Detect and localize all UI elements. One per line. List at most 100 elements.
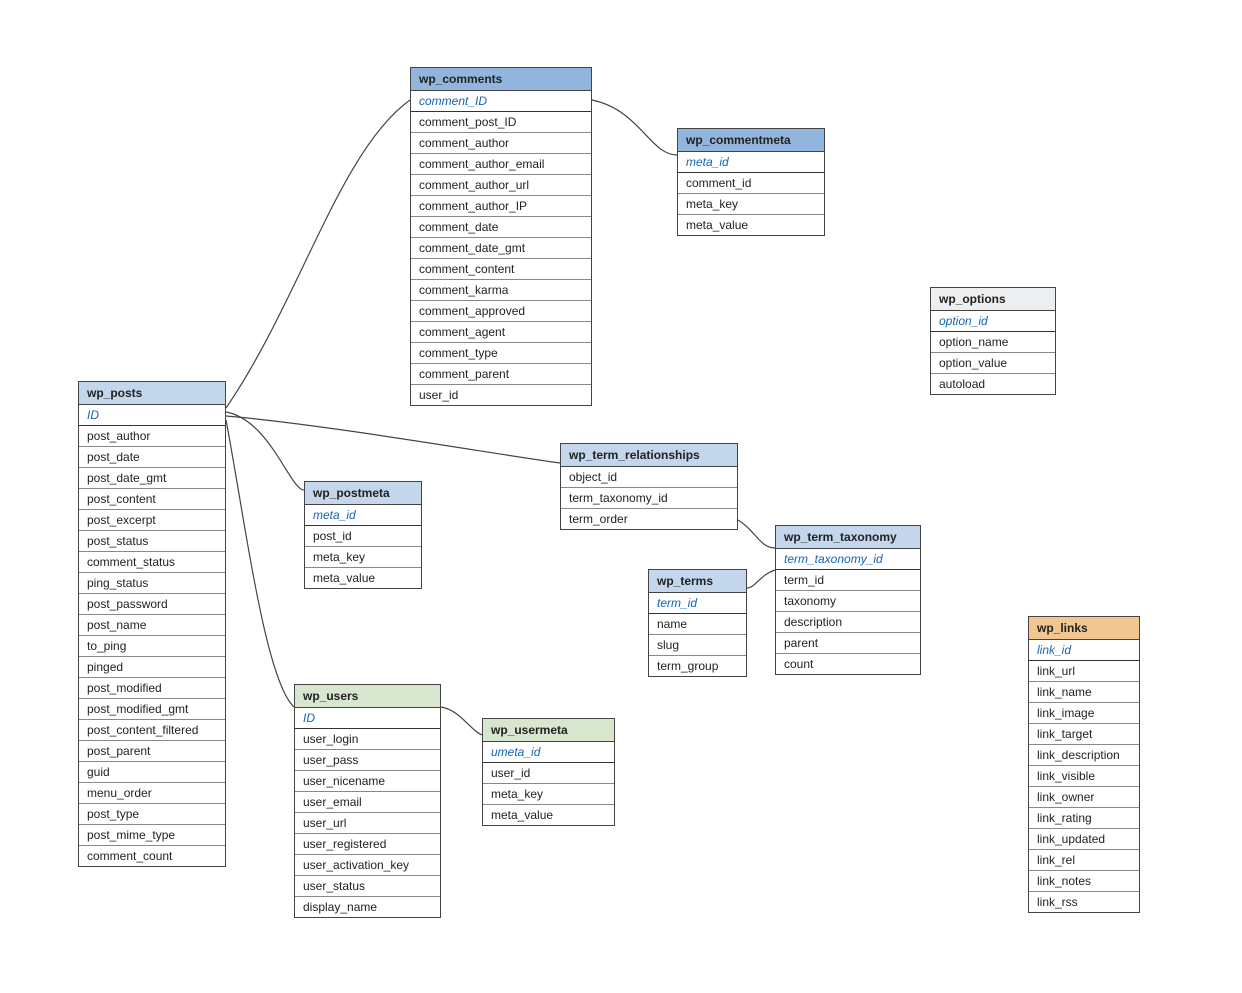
table-header: wp_options (931, 288, 1055, 311)
table-field: post_password (79, 594, 225, 615)
table-field: user_email (295, 792, 440, 813)
table-field: meta_key (305, 547, 421, 568)
table-field: comment_author_email (411, 154, 591, 175)
table-field: user_id (483, 763, 614, 784)
table-field: link_target (1029, 724, 1139, 745)
table-wp_term_relationships: wp_term_relationshipsobject_idterm_taxon… (560, 443, 738, 530)
table-field: comment_date (411, 217, 591, 238)
table-wp_links: wp_linkslink_idlink_urllink_namelink_ima… (1028, 616, 1140, 913)
table-wp_options: wp_optionsoption_idoption_nameoption_val… (930, 287, 1056, 395)
table-field: ping_status (79, 573, 225, 594)
table-field: comment_approved (411, 301, 591, 322)
table-field: count (776, 654, 920, 674)
table-field: name (649, 614, 746, 635)
table-header: wp_usermeta (483, 719, 614, 742)
table-field: post_modified_gmt (79, 699, 225, 720)
table-field: post_id (305, 526, 421, 547)
table-field: term_taxonomy_id (561, 488, 737, 509)
table-field: term_id (776, 570, 920, 591)
table-header: wp_term_relationships (561, 444, 737, 467)
table-field: slug (649, 635, 746, 656)
table-field: comment_date_gmt (411, 238, 591, 259)
table-field: comment_count (79, 846, 225, 866)
table-field: user_login (295, 729, 440, 750)
table-field: term_order (561, 509, 737, 529)
table-field: meta_id (678, 152, 824, 173)
table-field: user_activation_key (295, 855, 440, 876)
table-field: menu_order (79, 783, 225, 804)
table-wp_usermeta: wp_usermetaumeta_iduser_idmeta_keymeta_v… (482, 718, 615, 826)
table-field: meta_key (678, 194, 824, 215)
table-wp_postmeta: wp_postmetameta_idpost_idmeta_keymeta_va… (304, 481, 422, 589)
table-field: meta_key (483, 784, 614, 805)
table-field: parent (776, 633, 920, 654)
table-field: link_notes (1029, 871, 1139, 892)
table-wp_users: wp_usersIDuser_loginuser_passuser_nicena… (294, 684, 441, 918)
table-field: term_id (649, 593, 746, 614)
table-field: comment_parent (411, 364, 591, 385)
table-field: link_visible (1029, 766, 1139, 787)
table-field: option_id (931, 311, 1055, 332)
table-field: post_status (79, 531, 225, 552)
table-header: wp_term_taxonomy (776, 526, 920, 549)
table-field: guid (79, 762, 225, 783)
table-field: umeta_id (483, 742, 614, 763)
table-wp_terms: wp_termsterm_idnameslugterm_group (648, 569, 747, 677)
table-field: meta_value (305, 568, 421, 588)
table-field: link_id (1029, 640, 1139, 661)
table-field: user_nicename (295, 771, 440, 792)
table-field: meta_value (678, 215, 824, 235)
table-header: wp_comments (411, 68, 591, 91)
table-header: wp_users (295, 685, 440, 708)
table-wp_posts: wp_postsIDpost_authorpost_datepost_date_… (78, 381, 226, 867)
table-field: user_url (295, 813, 440, 834)
table-field: link_rel (1029, 850, 1139, 871)
table-field: term_taxonomy_id (776, 549, 920, 570)
table-field: display_name (295, 897, 440, 917)
table-field: post_author (79, 426, 225, 447)
table-field: user_registered (295, 834, 440, 855)
table-field: link_rss (1029, 892, 1139, 912)
table-field: post_modified (79, 678, 225, 699)
table-header: wp_terms (649, 570, 746, 593)
table-field: user_pass (295, 750, 440, 771)
table-field: post_mime_type (79, 825, 225, 846)
table-field: user_id (411, 385, 591, 405)
table-wp_comments: wp_commentscomment_IDcomment_post_IDcomm… (410, 67, 592, 406)
table-field: comment_type (411, 343, 591, 364)
table-field: to_ping (79, 636, 225, 657)
table-field: option_name (931, 332, 1055, 353)
table-field: link_url (1029, 661, 1139, 682)
table-field: link_owner (1029, 787, 1139, 808)
table-field: post_content_filtered (79, 720, 225, 741)
table-field: autoload (931, 374, 1055, 394)
table-field: comment_ID (411, 91, 591, 112)
table-header: wp_commentmeta (678, 129, 824, 152)
table-field: link_name (1029, 682, 1139, 703)
table-field: link_image (1029, 703, 1139, 724)
table-header: wp_postmeta (305, 482, 421, 505)
table-field: ID (295, 708, 440, 729)
table-field: option_value (931, 353, 1055, 374)
table-field: ID (79, 405, 225, 426)
table-wp_term_taxonomy: wp_term_taxonomyterm_taxonomy_idterm_idt… (775, 525, 921, 675)
table-field: post_type (79, 804, 225, 825)
table-field: post_parent (79, 741, 225, 762)
table-header: wp_links (1029, 617, 1139, 640)
table-field: comment_author_IP (411, 196, 591, 217)
table-field: post_name (79, 615, 225, 636)
table-field: comment_agent (411, 322, 591, 343)
table-wp_commentmeta: wp_commentmetameta_idcomment_idmeta_keym… (677, 128, 825, 236)
table-field: user_status (295, 876, 440, 897)
table-field: meta_value (483, 805, 614, 825)
table-field: post_content (79, 489, 225, 510)
table-field: comment_author (411, 133, 591, 154)
table-field: pinged (79, 657, 225, 678)
table-field: post_excerpt (79, 510, 225, 531)
table-field: meta_id (305, 505, 421, 526)
table-field: term_group (649, 656, 746, 676)
table-field: comment_content (411, 259, 591, 280)
table-field: comment_author_url (411, 175, 591, 196)
table-field: object_id (561, 467, 737, 488)
table-field: comment_karma (411, 280, 591, 301)
